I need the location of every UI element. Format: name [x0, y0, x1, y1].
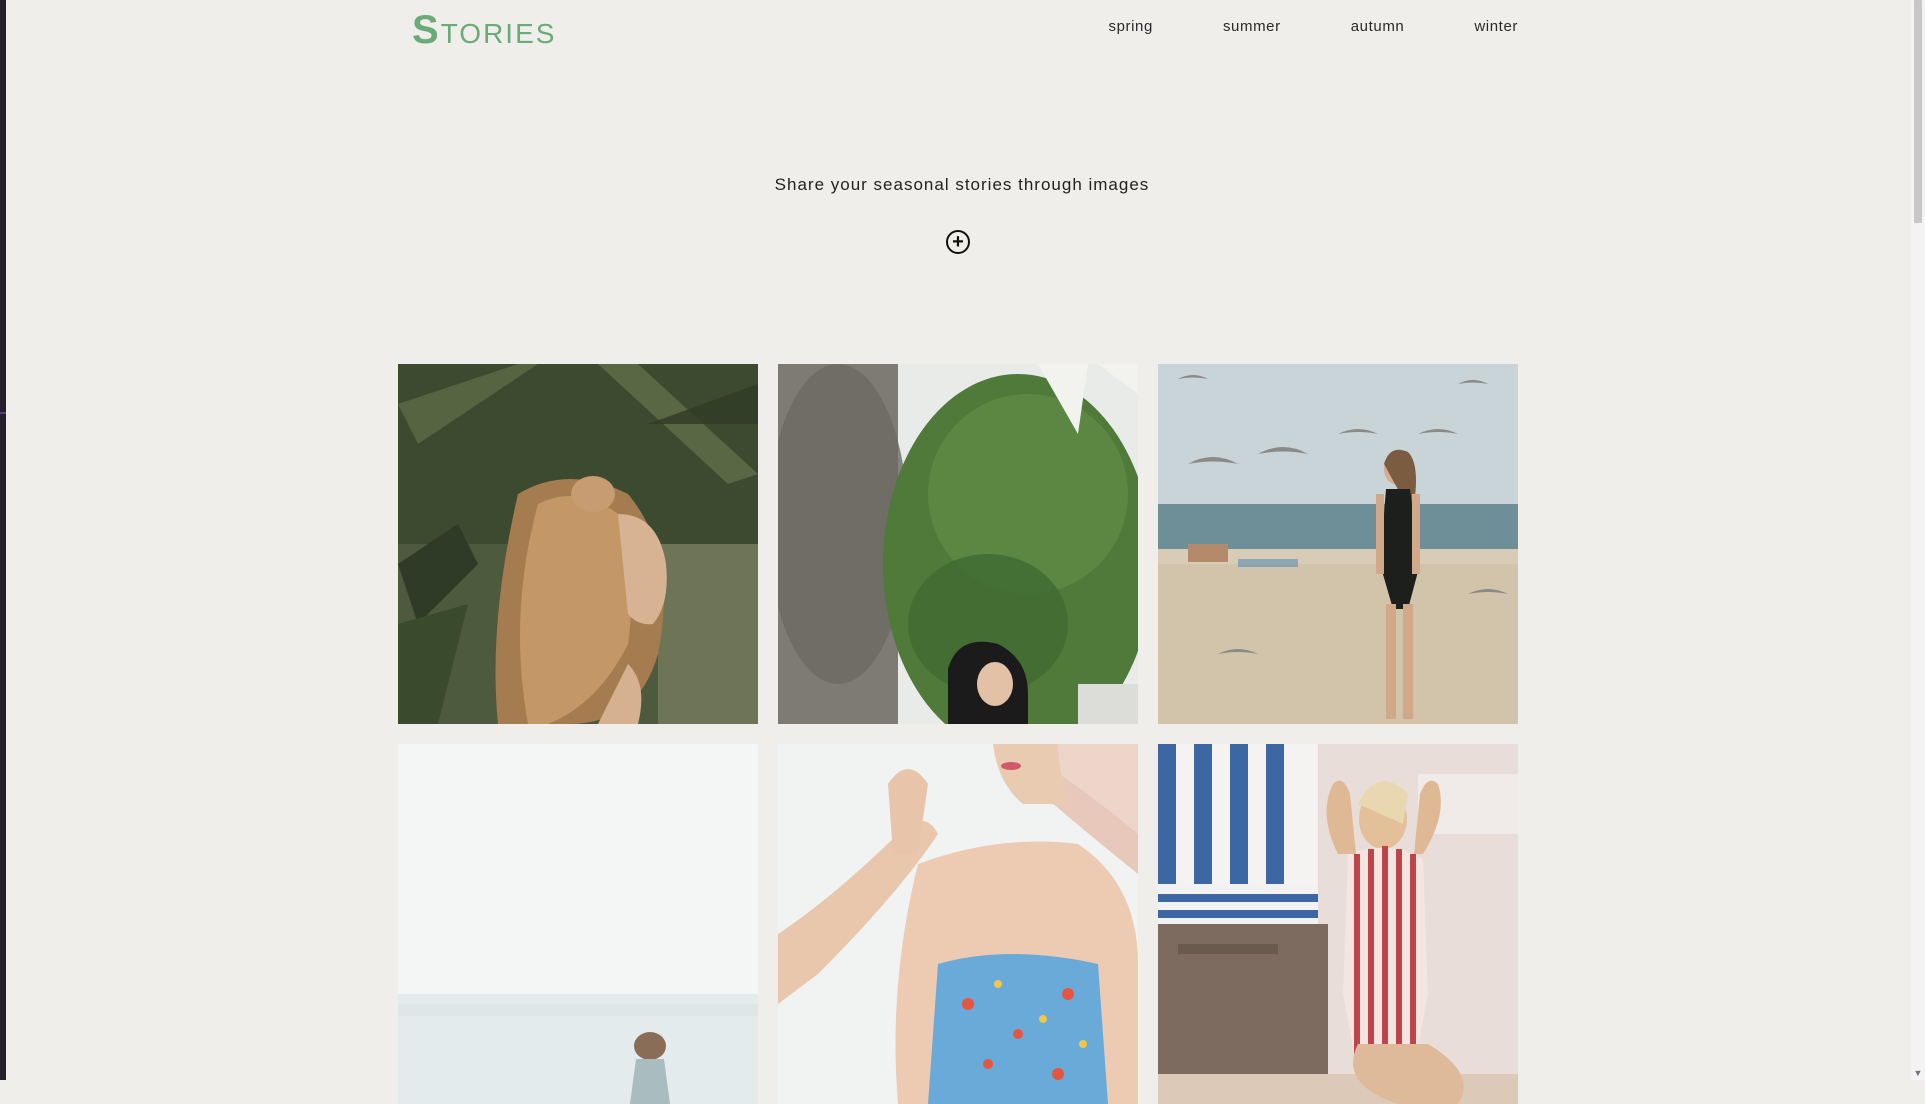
add-story-button[interactable]: +: [946, 230, 970, 254]
season-nav: spring summer autumn winter: [1108, 18, 1518, 35]
photo-card[interactable]: [1158, 364, 1518, 724]
photo-card[interactable]: [398, 364, 758, 724]
photo-card[interactable]: [778, 364, 1138, 724]
site-logo[interactable]: Stories: [412, 6, 556, 58]
nav-link-autumn[interactable]: autumn: [1351, 18, 1405, 35]
tagline: Share your seasonal stories through imag…: [774, 175, 1150, 194]
photo-woman-palm-leaves: [398, 364, 758, 724]
photo-misty-beach: [398, 744, 758, 1104]
scrollbar-thumb[interactable]: [1914, 0, 1922, 223]
nav-link-winter[interactable]: winter: [1474, 18, 1518, 35]
photo-card[interactable]: [398, 744, 758, 1104]
logo-initial: S: [412, 8, 441, 52]
logo-text: tories: [440, 18, 557, 49]
photo-striped-swimsuit: [1158, 744, 1518, 1104]
photo-card[interactable]: [778, 744, 1138, 1104]
scroll-down-arrow-icon[interactable]: ▼: [1911, 1066, 1925, 1080]
photo-grid: [398, 364, 1526, 1104]
nav-link-summer[interactable]: summer: [1223, 18, 1281, 35]
photo-card[interactable]: [1158, 744, 1518, 1104]
hero-section: Share your seasonal stories through imag…: [398, 175, 1526, 254]
plus-circle-icon: +: [952, 231, 964, 253]
site-header: Stories spring summer autumn winter: [398, 0, 1526, 60]
photo-girl-under-tree: [778, 364, 1138, 724]
vertical-scrollbar[interactable]: ▲ ▼: [1911, 0, 1925, 1080]
photo-beach-seagulls: [1158, 364, 1518, 724]
nav-link-spring[interactable]: spring: [1108, 18, 1152, 35]
page: Stories spring summer autumn winter Shar…: [6, 0, 1911, 1104]
photo-floral-dress-hat: [778, 744, 1138, 1104]
